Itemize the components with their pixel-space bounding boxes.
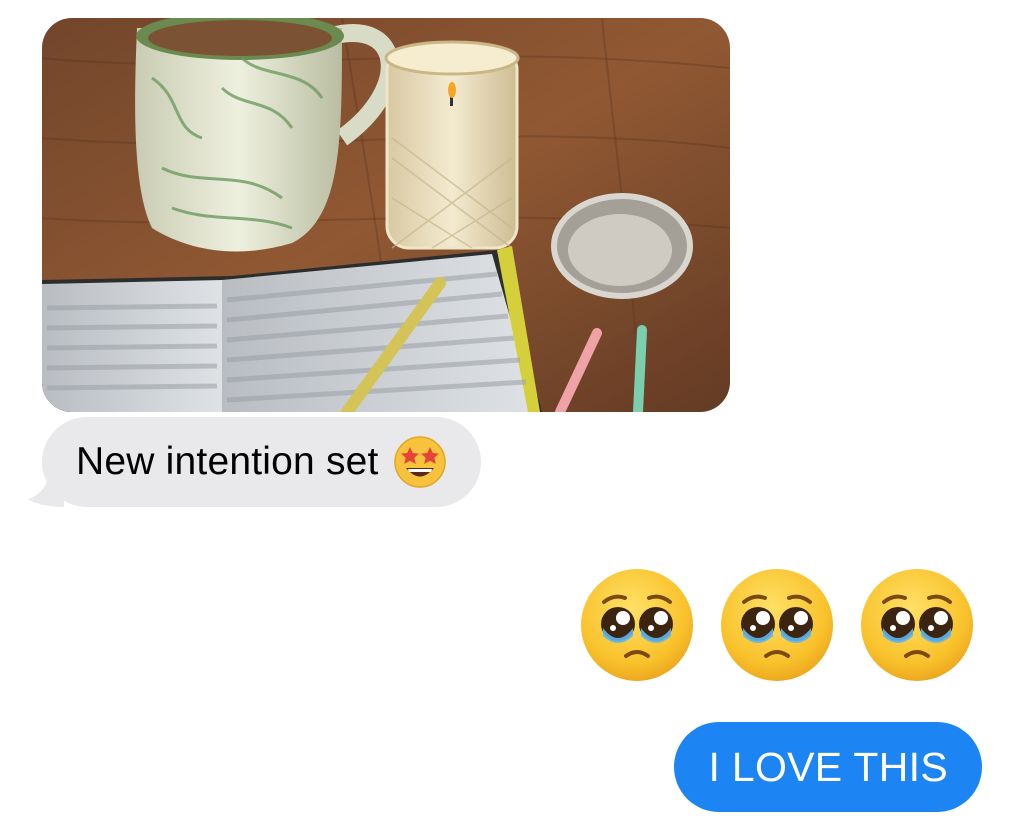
bubble-tail [28,477,64,507]
photo-attachment[interactable] [42,18,730,412]
pleading-face-emoji-icon [861,569,973,681]
star-struck-emoji-icon [393,436,446,488]
pleading-face-emoji-icon [581,569,693,681]
received-message-bubble[interactable]: New intention set [28,417,481,507]
sent-emoji-message[interactable] [578,566,976,684]
sent-message-bubble[interactable]: I LOVE THIS [674,722,982,812]
pleading-face-emoji-icon [721,569,833,681]
photo-image [42,18,730,412]
received-message-text: New intention set [76,440,379,483]
sent-message-text: I LOVE THIS [708,743,948,790]
